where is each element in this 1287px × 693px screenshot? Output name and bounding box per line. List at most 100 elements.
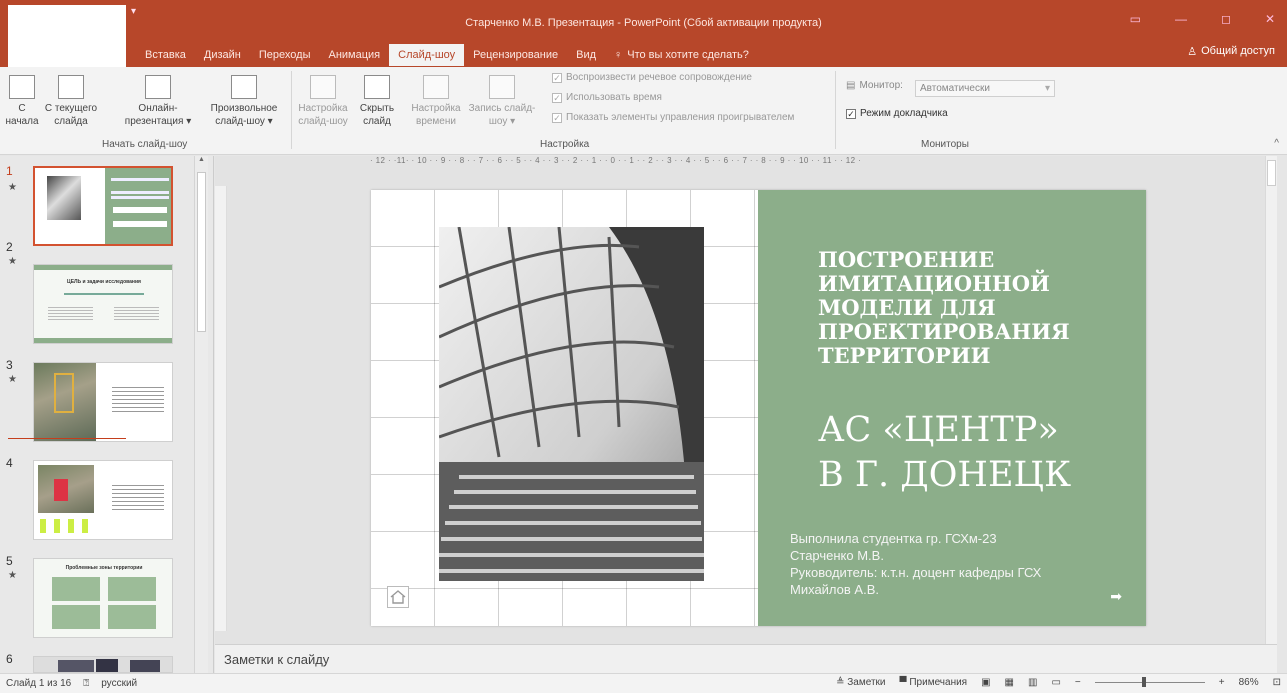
scrollbar-thumb[interactable] (1267, 160, 1276, 186)
lightbulb-icon: ♀ (614, 49, 623, 61)
tab-transitions[interactable]: Переходы (250, 44, 320, 66)
monitors-group-label: Мониторы (921, 139, 969, 150)
architecture-photo[interactable] (439, 227, 704, 581)
hide-label-1: Скрыть (359, 103, 395, 114)
ribbon-display-options-icon[interactable]: ▭ (1130, 12, 1141, 26)
quick-access-toolbar-redacted (8, 5, 126, 67)
next-arrow-icon[interactable]: ➡ (1110, 588, 1122, 605)
slide-left-panel (371, 190, 758, 626)
notes-pane[interactable]: Заметки к слайду (215, 644, 1277, 673)
setup-slideshow-button[interactable]: Настройка слайд-шоу (294, 75, 352, 128)
play-narrations-label: Воспроизвести речевое сопровождение (566, 72, 752, 83)
present-online-icon (145, 75, 171, 99)
slideshow-view-icon[interactable]: ▭ (1051, 677, 1060, 688)
zoom-slider-thumb[interactable] (1141, 677, 1146, 687)
slide-author-info[interactable]: Выполнила студентка гр. ГСХм-23 Старченк… (790, 530, 1135, 598)
minimize-icon[interactable]: — (1175, 12, 1187, 26)
tab-review[interactable]: Рецензирование (464, 44, 567, 66)
scrollbar-thumb[interactable] (197, 172, 206, 332)
language-indicator[interactable]: русский (101, 678, 137, 689)
present-online-button[interactable]: Онлайн- презентация ▾ (116, 75, 200, 128)
tab-design[interactable]: Дизайн (195, 44, 250, 66)
monitor-label-group: ▤ Монитор: (846, 80, 903, 91)
slide-sorter-icon[interactable]: ▦ (1005, 677, 1014, 688)
rehearse-timings-button[interactable]: Настройка времени (408, 75, 464, 128)
author-line: Михайлов А.В. (790, 582, 879, 597)
share-label: Общий доступ (1201, 45, 1275, 57)
from-current-label-1: С текущего (44, 103, 98, 114)
reading-view-icon[interactable]: ▥ (1028, 677, 1037, 688)
home-icon[interactable] (387, 586, 409, 608)
zoom-level[interactable]: 86% (1239, 677, 1259, 688)
checkmark-icon: ✓ (552, 112, 562, 123)
use-timings-checkbox[interactable]: ✓ Использовать время (552, 92, 662, 103)
status-left: Слайд 1 из 16 ⍰ русский (6, 678, 137, 689)
slide-thumbnail[interactable]: Проблемные зоны территории (33, 558, 173, 638)
group-separator (835, 71, 836, 149)
tab-view[interactable]: Вид (567, 44, 605, 66)
collapse-ribbon-icon[interactable]: ^ (1274, 138, 1279, 149)
tell-me-text: Что вы хотите сделать? (627, 49, 749, 61)
group-separator (291, 71, 292, 149)
slide-thumbnail[interactable]: ЦЕЛЬ и задачи исследования (33, 264, 173, 344)
close-icon[interactable]: ✕ (1265, 12, 1275, 26)
slide-thumbnail[interactable] (33, 656, 173, 673)
hide-slide-button[interactable]: Скрыть слайд (352, 75, 402, 128)
zoom-slider[interactable] (1094, 677, 1205, 687)
window-title: Старченко М.В. Презентация - PowerPoint … (465, 17, 822, 29)
tab-slideshow[interactable]: Слайд-шоу (389, 44, 465, 66)
comments-toggle-button[interactable]: ▀ Примечания (899, 677, 967, 688)
slide-title[interactable]: ПОСТРОЕНИЕ ИМИТАЦИОННОЙ МОДЕЛИ ДЛЯ ПРОЕК… (818, 248, 1128, 368)
spellcheck-icon[interactable]: ⍰ (83, 678, 89, 689)
from-current-slide-button[interactable]: С текущего слайда (38, 75, 104, 128)
record-label-1: Запись слайд- (468, 103, 536, 114)
thumbnails-scrollbar[interactable]: ▲ (194, 156, 208, 673)
zoom-in-button[interactable]: + (1219, 677, 1225, 688)
vertical-ruler (215, 186, 227, 631)
tab-insert[interactable]: Вставка (136, 44, 195, 66)
normal-view-icon[interactable]: ▣ (981, 677, 990, 688)
current-slide[interactable]: ПОСТРОЕНИЕ ИМИТАЦИОННОЙ МОДЕЛИ ДЛЯ ПРОЕК… (371, 190, 1146, 626)
presenter-view-checkbox[interactable]: ✓ Режим докладчика (846, 108, 948, 119)
scroll-up-icon[interactable]: ▲ (195, 156, 208, 163)
comments-toggle-label: Примечания (909, 677, 968, 688)
present-online-label-1: Онлайн- (138, 103, 178, 114)
editor-scrollbar[interactable] (1265, 156, 1277, 644)
maximize-icon[interactable]: ◻ (1221, 12, 1231, 26)
horizontal-ruler: · 12 · ·11· · 10 · · 9 · · 8 · · 7 · · 6… (370, 156, 862, 165)
rehearse-label-1: Настройка (411, 103, 461, 114)
monitor-label: Монитор: (859, 80, 903, 91)
notes-placeholder: Заметки к слайду (224, 652, 330, 667)
thumb-map (38, 465, 94, 513)
show-media-controls-checkbox[interactable]: ✓ Показать элементы управления проигрыва… (552, 112, 794, 123)
tab-animations[interactable]: Анимация (319, 44, 389, 66)
from-current-label-2: слайда (54, 116, 88, 127)
thumb-map (34, 363, 96, 441)
thumb-number: 1 (6, 164, 13, 178)
slide-thumbnail[interactable] (33, 362, 173, 442)
zoom-out-button[interactable]: − (1075, 677, 1081, 688)
record-slideshow-button[interactable]: Запись слайд- шоу ▾ (462, 75, 542, 128)
ribbon-tabs: Вставка Дизайн Переходы Анимация Слайд-ш… (136, 44, 758, 66)
animation-star-icon: ★ (8, 256, 17, 267)
slide-subtitle[interactable]: АС «ЦЕНТР» В Г. ДОНЕЦК (818, 408, 1138, 498)
tell-me-box[interactable]: ♀ Что вы хотите сделать? (605, 44, 758, 66)
fit-to-window-icon[interactable]: ⊡ (1273, 677, 1281, 688)
customize-qat-icon[interactable]: ▾ (131, 6, 136, 17)
thumb-photo (47, 176, 81, 220)
notes-toggle-button[interactable]: ≜ Заметки (836, 677, 885, 688)
red-ink-line (8, 438, 126, 439)
play-narrations-checkbox[interactable]: ✓ Воспроизвести речевое сопровождение (552, 72, 752, 83)
from-beginning-button[interactable]: С начала (4, 75, 40, 128)
setup-label-2: слайд-шоу (298, 116, 348, 127)
title-bar: ▾ Старченко М.В. Презентация - PowerPoin… (0, 0, 1287, 68)
author-line: Руководитель: к.т.н. доцент кафедры ГСХ (790, 565, 1042, 580)
share-button[interactable]: ♙ Общий доступ (1187, 45, 1275, 58)
present-online-label-2: презентация ▾ (124, 116, 192, 127)
slide-right-panel: ПОСТРОЕНИЕ ИМИТАЦИОННОЙ МОДЕЛИ ДЛЯ ПРОЕК… (758, 190, 1146, 626)
monitor-dropdown[interactable]: Автоматически ▾ (915, 80, 1055, 97)
custom-slideshow-button[interactable]: Произвольное слайд-шоу ▾ (200, 75, 288, 128)
record-slideshow-icon (489, 75, 515, 99)
slide-thumbnail[interactable] (33, 166, 173, 246)
slide-thumbnail[interactable] (33, 460, 173, 540)
